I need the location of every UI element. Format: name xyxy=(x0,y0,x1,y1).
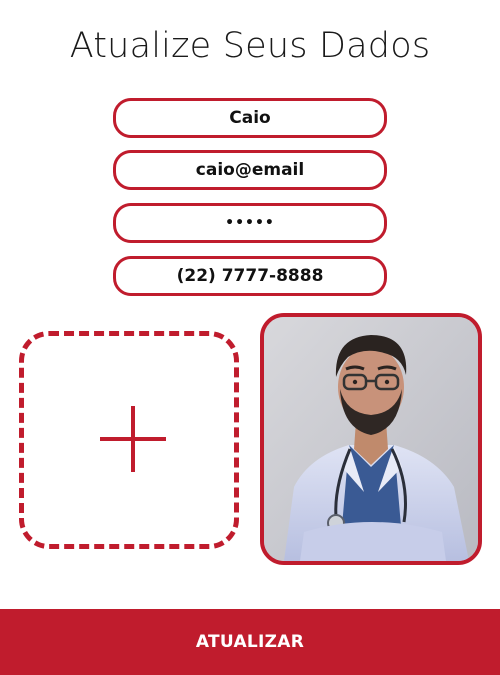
add-photo-button[interactable] xyxy=(19,331,239,549)
doctor-photo-illustration xyxy=(264,317,478,561)
password-field[interactable] xyxy=(113,203,387,243)
update-profile-page: Atualize Seus Dados Caio caio@email ••••… xyxy=(0,0,500,675)
phone-field[interactable] xyxy=(113,256,387,296)
profile-photo xyxy=(260,313,482,565)
page-title: Atualize Seus Dados xyxy=(69,26,431,66)
plus-icon-vertical xyxy=(131,406,135,472)
update-button[interactable]: ATUALIZAR xyxy=(0,609,500,675)
name-field[interactable] xyxy=(113,98,387,138)
email-field[interactable] xyxy=(113,150,387,190)
